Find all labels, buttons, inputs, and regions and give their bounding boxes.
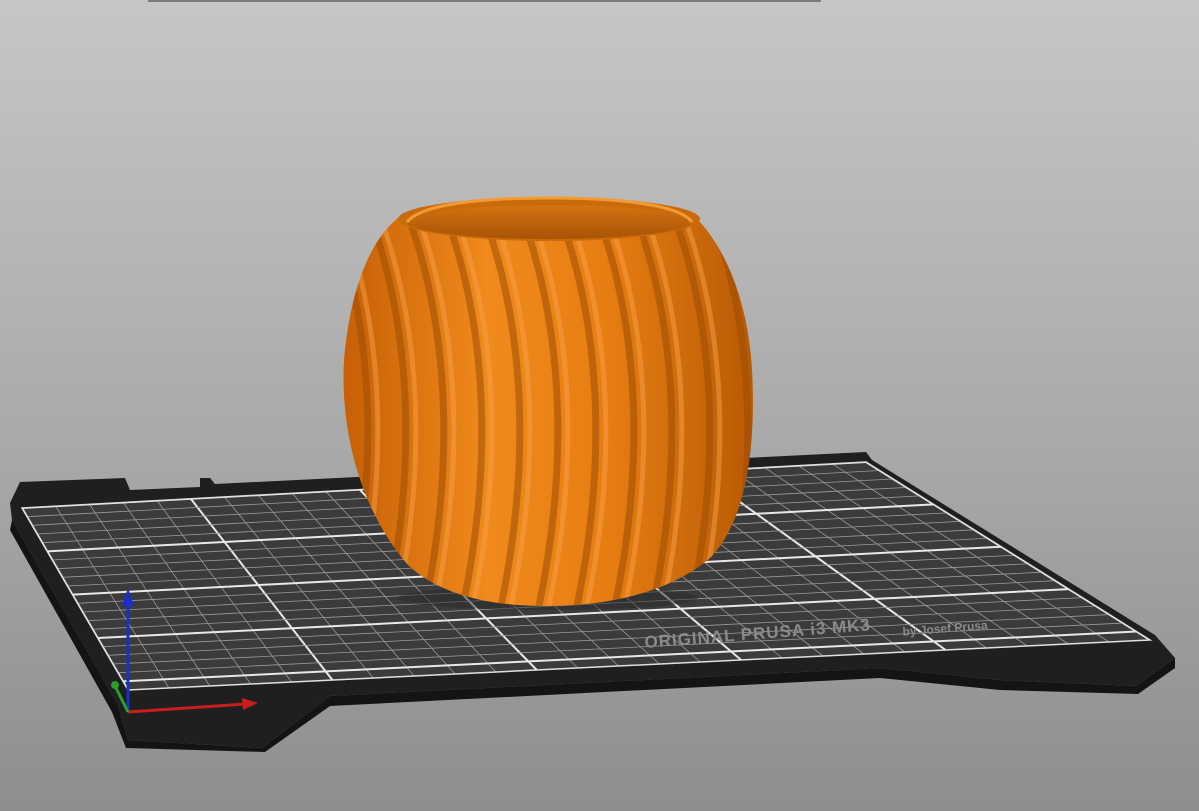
- print-bed-scene[interactable]: ORIGINAL PRUSA i3 MK3 by Josef Prusa: [0, 0, 1199, 811]
- 3d-viewport[interactable]: ORIGINAL PRUSA i3 MK3 by Josef Prusa: [0, 0, 1199, 811]
